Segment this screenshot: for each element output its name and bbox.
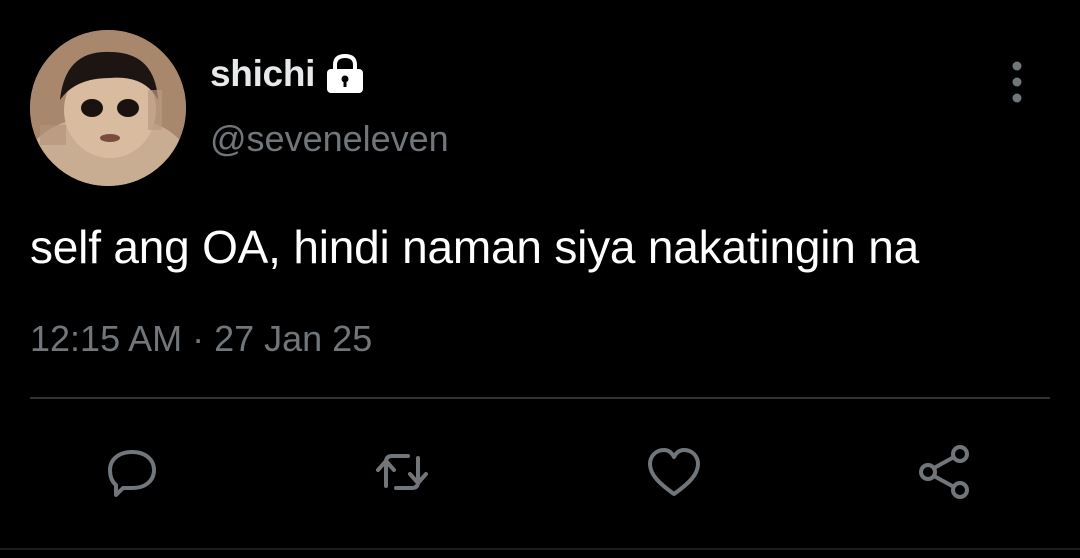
display-name-row: shichi: [210, 52, 367, 96]
tweet: shichi @seveneleven self ang OA, hindi n…: [0, 0, 1080, 558]
share-icon: [919, 445, 969, 499]
display-name[interactable]: shichi: [210, 53, 315, 95]
like-button[interactable]: [642, 440, 706, 504]
avatar[interactable]: [30, 30, 186, 186]
bottom-divider: [0, 548, 1080, 550]
heart-icon: [648, 448, 700, 496]
tweet-text: self ang OA, hindi naman siya nakatingin…: [30, 221, 919, 273]
reply-icon: [108, 450, 156, 497]
divider: [30, 397, 1050, 399]
user-handle[interactable]: @seveneleven: [210, 118, 449, 160]
more-vertical-icon[interactable]: [1000, 58, 1034, 106]
retweet-icon: [376, 454, 428, 490]
lock-icon: [323, 53, 367, 94]
tweet-timestamp[interactable]: 12:15 AM · 27 Jan 25: [30, 318, 372, 360]
avatar-image: [30, 30, 186, 186]
share-button[interactable]: [912, 440, 976, 504]
reply-button[interactable]: [100, 440, 164, 504]
retweet-button[interactable]: [370, 440, 434, 504]
